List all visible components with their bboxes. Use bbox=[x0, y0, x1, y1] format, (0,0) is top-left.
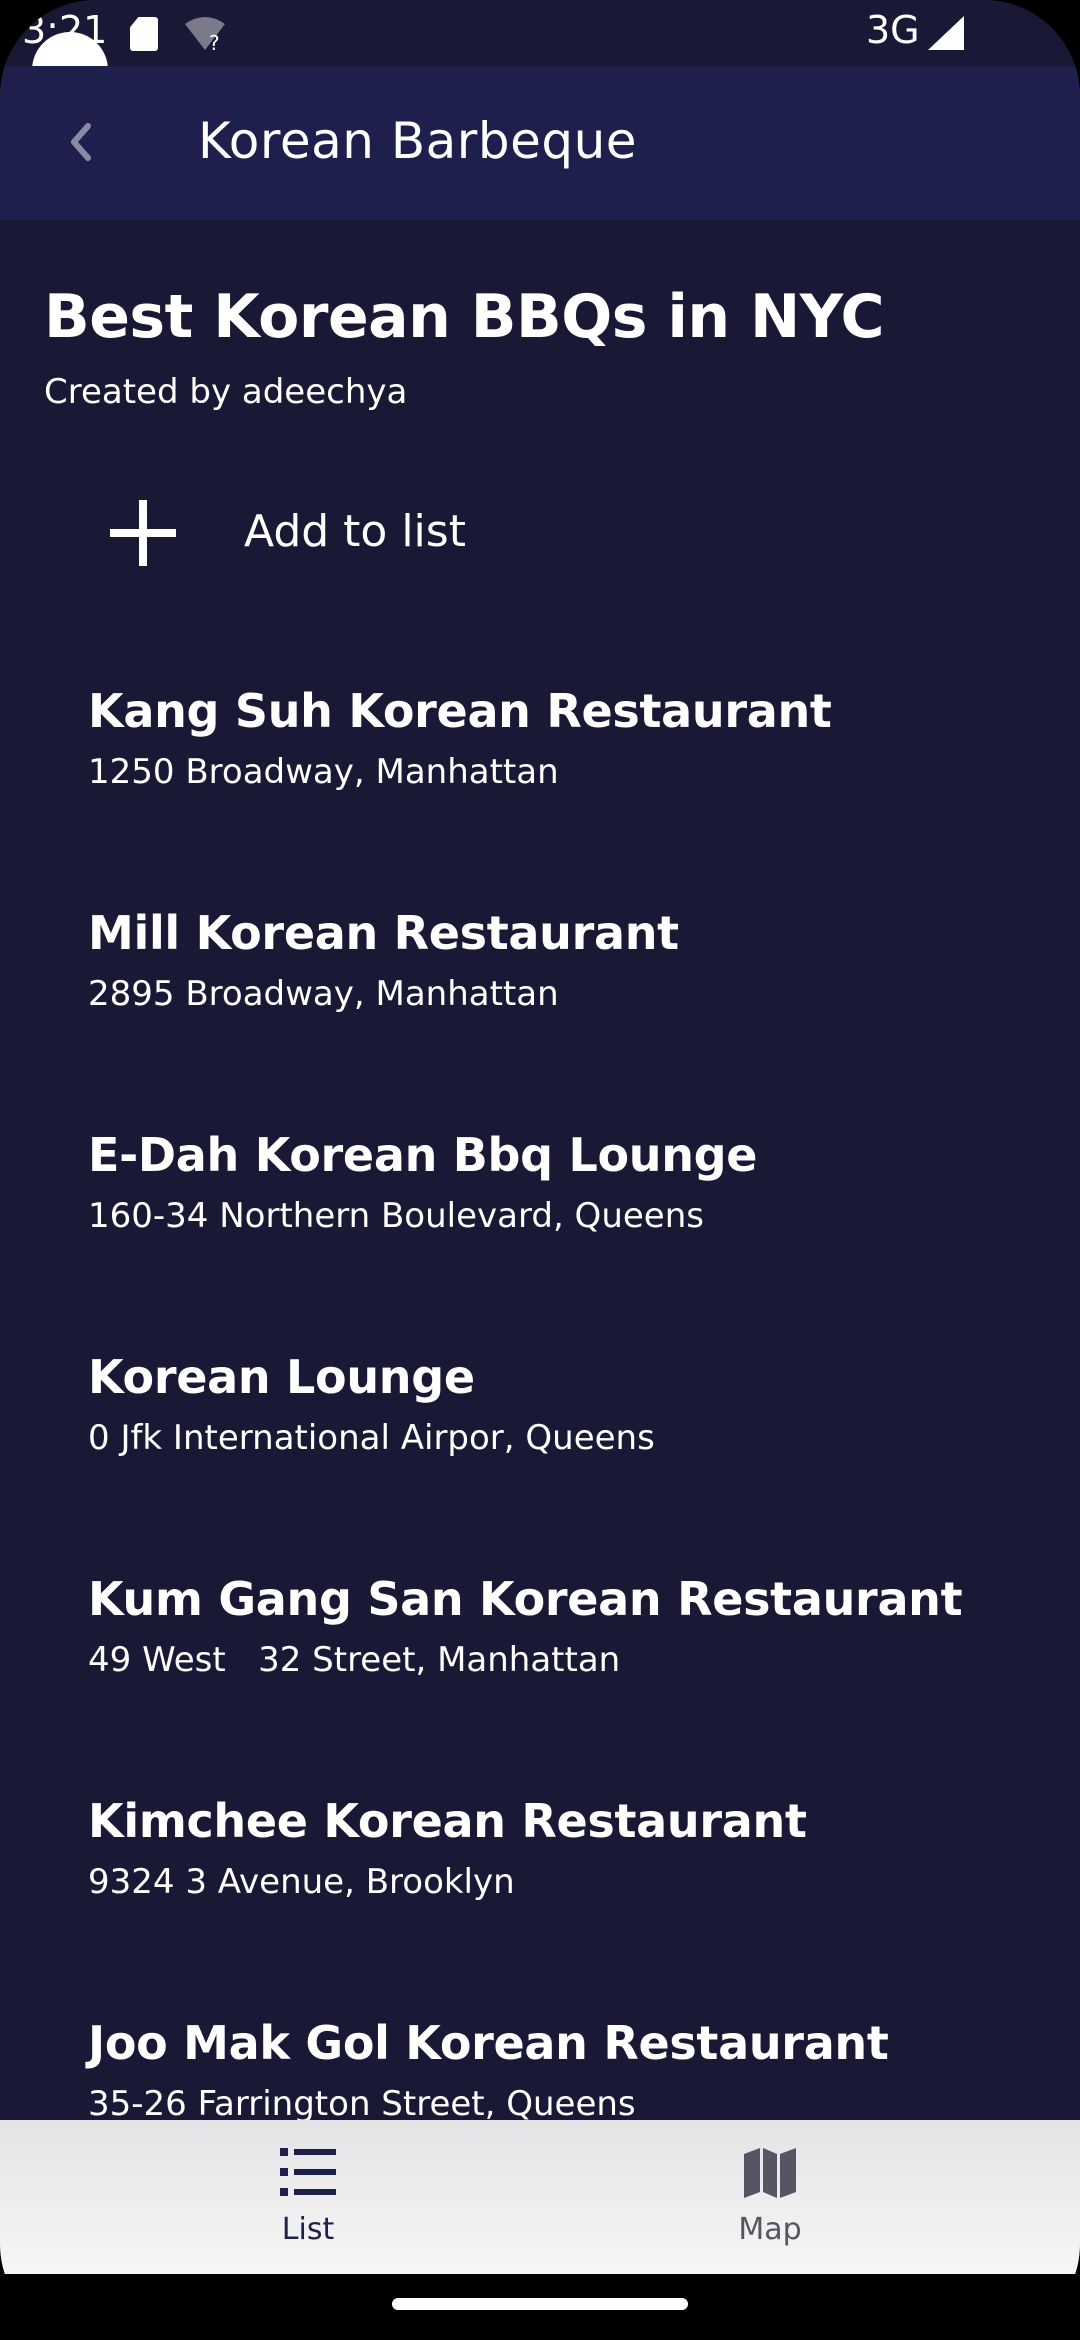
restaurant-name: Mill Korean Restaurant bbox=[88, 906, 679, 960]
list-creator: Created by adeechya bbox=[44, 372, 408, 412]
restaurant-name: Korean Lounge bbox=[88, 1350, 475, 1404]
restaurant-name: E-Dah Korean Bbq Lounge bbox=[88, 1128, 758, 1182]
tab-list[interactable]: List bbox=[158, 2120, 458, 2274]
bottom-navigation: List Map bbox=[0, 2120, 1080, 2274]
svg-text:?: ? bbox=[209, 31, 220, 52]
phone-screen: 3:21 ? 3G Korean Barbeque Best Korean BB… bbox=[0, 0, 1080, 2340]
back-button[interactable] bbox=[50, 112, 110, 172]
add-to-list-button[interactable]: Add to list bbox=[90, 480, 590, 580]
map-icon bbox=[744, 2148, 796, 2198]
signal-icon bbox=[928, 16, 964, 50]
network-type: 3G bbox=[866, 8, 920, 52]
tab-map[interactable]: Map bbox=[620, 2120, 920, 2274]
tab-map-label: Map bbox=[738, 2212, 802, 2247]
restaurant-address: 9324 3 Avenue, Brooklyn bbox=[88, 1862, 515, 1902]
restaurant-name: Joo Mak Gol Korean Restaurant bbox=[88, 2016, 889, 2070]
app-bar: Korean Barbeque bbox=[0, 66, 1080, 220]
restaurant-item[interactable]: Joo Mak Gol Korean Restaurant 35-26 Farr… bbox=[0, 2006, 1080, 2120]
list-heading: Best Korean BBQs in NYC bbox=[44, 282, 885, 352]
status-bar: 3:21 ? 3G bbox=[0, 0, 1080, 66]
restaurant-item[interactable]: Kum Gang San Korean Restaurant 49 West 3… bbox=[0, 1562, 1080, 1784]
wifi-icon: ? bbox=[185, 17, 225, 52]
home-indicator[interactable] bbox=[392, 2298, 688, 2310]
restaurant-list: Kang Suh Korean Restaurant 1250 Broadway… bbox=[0, 674, 1080, 2120]
restaurant-item[interactable]: E-Dah Korean Bbq Lounge 160-34 Northern … bbox=[0, 1118, 1080, 1340]
restaurant-address: 2895 Broadway, Manhattan bbox=[88, 974, 559, 1014]
restaurant-item[interactable]: Kang Suh Korean Restaurant 1250 Broadway… bbox=[0, 674, 1080, 896]
restaurant-name: Kang Suh Korean Restaurant bbox=[88, 684, 832, 738]
restaurant-address: 35-26 Farrington Street, Queens bbox=[88, 2084, 636, 2120]
app-bar-title: Korean Barbeque bbox=[198, 112, 638, 170]
restaurant-address: 160-34 Northern Boulevard, Queens bbox=[88, 1196, 704, 1236]
tab-list-label: List bbox=[281, 2212, 335, 2247]
list-icon bbox=[280, 2148, 336, 2196]
restaurant-address: 0 Jfk International Airpor, Queens bbox=[88, 1418, 655, 1458]
restaurant-address: 1250 Broadway, Manhattan bbox=[88, 752, 559, 792]
restaurant-name: Kimchee Korean Restaurant bbox=[88, 1794, 807, 1848]
list-content[interactable]: Best Korean BBQs in NYC Created by adeec… bbox=[0, 220, 1080, 2120]
chevron-left-icon bbox=[71, 123, 91, 161]
sd-card-icon bbox=[130, 17, 158, 51]
restaurant-name: Kum Gang San Korean Restaurant bbox=[88, 1572, 963, 1626]
plus-icon bbox=[110, 500, 176, 566]
restaurant-item[interactable]: Korean Lounge 0 Jfk International Airpor… bbox=[0, 1340, 1080, 1562]
restaurant-item[interactable]: Kimchee Korean Restaurant 9324 3 Avenue,… bbox=[0, 1784, 1080, 2006]
system-navigation-bar bbox=[0, 2274, 1080, 2340]
add-to-list-label: Add to list bbox=[244, 506, 466, 557]
restaurant-item[interactable]: Mill Korean Restaurant 2895 Broadway, Ma… bbox=[0, 896, 1080, 1118]
restaurant-address: 49 West 32 Street, Manhattan bbox=[88, 1640, 621, 1680]
